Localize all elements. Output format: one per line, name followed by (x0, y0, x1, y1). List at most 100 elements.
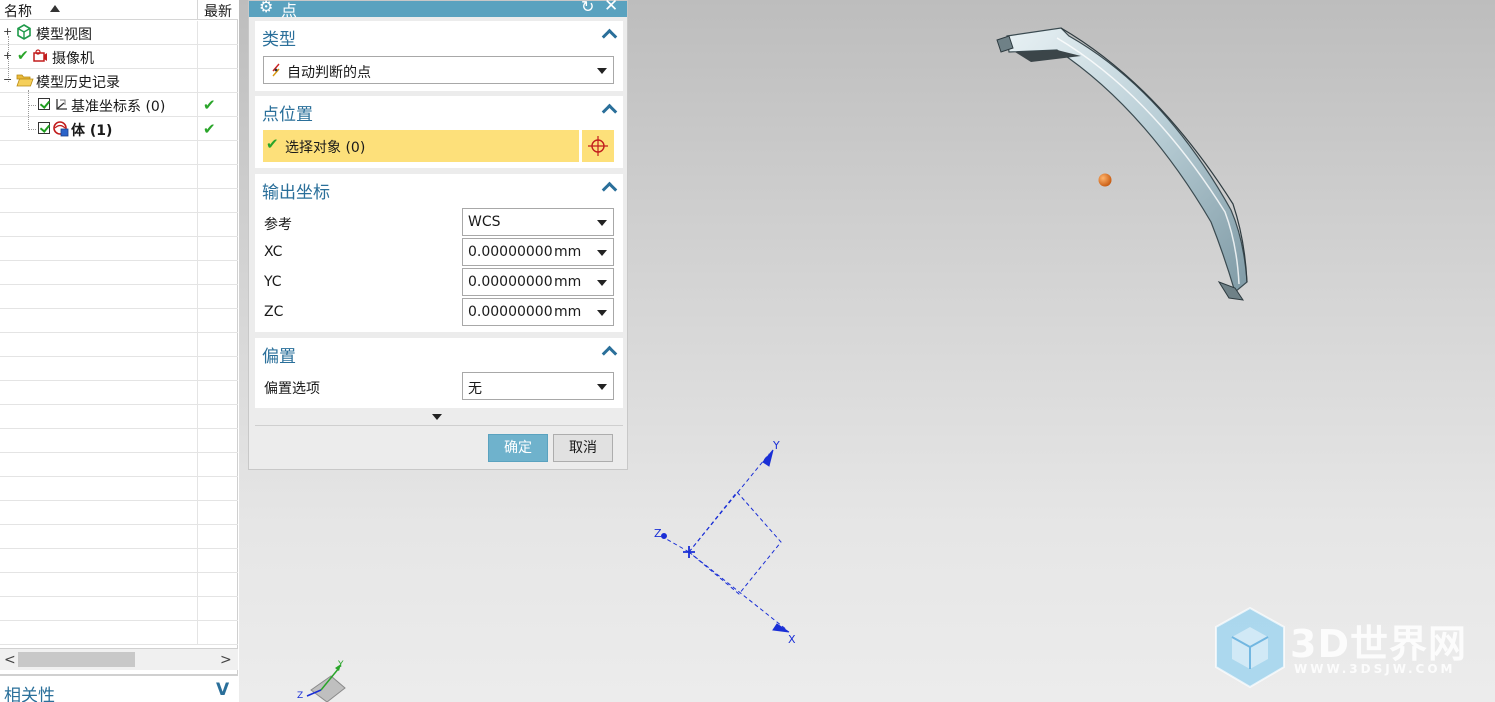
empty-row (0, 381, 238, 405)
dropdown-caret-icon[interactable] (597, 280, 607, 286)
collapse-chevron-icon[interactable] (602, 180, 616, 194)
zc-field[interactable]: 0.00000000 mm (462, 298, 614, 326)
triad-z-label: Z (297, 691, 303, 701)
offset-option-select[interactable]: 无 (462, 372, 614, 400)
select-object-field[interactable]: ✔ 选择对象 (0) (263, 130, 579, 162)
offset-option-value: 无 (468, 381, 482, 397)
empty-row (0, 309, 238, 333)
visibility-checkbox[interactable] (38, 98, 50, 110)
wcs-manipulator[interactable] (661, 449, 790, 633)
empty-row (0, 213, 238, 237)
crosshair-icon (588, 136, 608, 156)
reference-value: WCS (468, 214, 501, 230)
dropdown-caret-icon (597, 220, 607, 226)
watermark: 3D世界网 WWW.3DSJW.COM (1212, 605, 1482, 695)
folder-open-icon (16, 72, 34, 88)
zc-label: ZC (264, 304, 284, 320)
dropdown-caret-icon[interactable] (597, 250, 607, 256)
xc-field[interactable]: 0.00000000 mm (462, 238, 614, 266)
empty-row (0, 621, 238, 645)
tree-item-model-views[interactable]: + 模型视图 (0, 21, 238, 45)
wcs-x-label: X (788, 633, 796, 646)
latest-status-check-icon: ✔ (203, 120, 216, 138)
scroll-left-icon[interactable]: < (4, 652, 16, 668)
yc-value[interactable]: 0.00000000 (468, 274, 553, 290)
watermark-text: 3D世界网 (1290, 622, 1467, 666)
collapse-minus-icon[interactable]: − (3, 74, 12, 85)
empty-row (0, 501, 238, 525)
latest-column-header[interactable]: 最新 (204, 1, 232, 21)
dropdown-caret-icon[interactable] (597, 310, 607, 316)
column-divider[interactable] (197, 0, 198, 20)
empty-row (0, 333, 238, 357)
expand-plus-icon[interactable]: + (3, 26, 12, 37)
empty-row (0, 453, 238, 477)
datum-csys-icon (53, 96, 69, 112)
output-coordinates-group: 输出坐标 参考 WCS XC 0.00000000 mm YC 0.000000… (255, 174, 623, 332)
wcs-z-label: Z (654, 527, 662, 540)
scroll-right-icon[interactable]: > (220, 652, 232, 668)
visibility-checkbox[interactable] (38, 122, 50, 134)
triad-y-label: Y (337, 660, 344, 670)
chevron-down-icon[interactable]: V (216, 680, 229, 700)
check-icon: ✔ (17, 48, 29, 64)
cancel-button[interactable]: 取消 (553, 434, 613, 462)
point-location-group: 点位置 ✔ 选择对象 (0) (255, 96, 623, 168)
output-coordinates-title[interactable]: 输出坐标 (262, 178, 330, 203)
sort-ascending-icon[interactable] (50, 5, 60, 12)
empty-row (0, 237, 238, 261)
empty-row (0, 189, 238, 213)
empty-row (0, 477, 238, 501)
yc-unit: mm (552, 274, 582, 290)
tree-item-body[interactable]: 体 (1) ✔ (0, 117, 238, 141)
dependencies-panel-title[interactable]: 相关性 (4, 681, 55, 702)
curved-part-model[interactable] (996, 27, 1248, 301)
scroll-thumb[interactable] (18, 652, 135, 667)
name-column-header[interactable]: 名称 (4, 1, 32, 21)
tree-item-cameras[interactable]: + ✔ 摄像机 (0, 45, 238, 69)
yc-field[interactable]: 0.00000000 mm (462, 268, 614, 296)
tree-item-datum-csys[interactable]: 基准坐标系 (0) ✔ (0, 93, 238, 117)
tree-item-label: 摄像机 (52, 51, 94, 67)
point-dialog: ⚙ 点 ↻ ✕ 类型 自动判断的点 点位置 ✔ 选择对象 (0) 输出坐标 参考… (248, 0, 628, 470)
empty-row (0, 261, 238, 285)
ok-button[interactable]: 确定 (488, 434, 548, 462)
collapse-chevron-icon[interactable] (602, 27, 616, 41)
reset-icon[interactable]: ↻ (581, 0, 594, 16)
tree-item-label: 模型视图 (36, 27, 92, 43)
navigator-horizontal-scrollbar[interactable]: < > (0, 648, 238, 670)
xc-value[interactable]: 0.00000000 (468, 244, 553, 260)
empty-row (0, 285, 238, 309)
close-icon[interactable]: ✕ (604, 0, 618, 16)
empty-row (0, 165, 238, 189)
type-group-title[interactable]: 类型 (262, 25, 296, 50)
gear-icon[interactable]: ⚙ (259, 0, 273, 16)
dependencies-panel[interactable]: 相关性 V (0, 674, 238, 702)
inferred-point-icon (270, 63, 282, 81)
offset-group: 偏置 偏置选项 无 (255, 338, 623, 408)
dialog-titlebar[interactable]: ⚙ 点 ↻ ✕ (249, 0, 627, 20)
tree-item-label: 体 (1) (71, 123, 113, 139)
empty-row (0, 429, 238, 453)
tree-item-model-history[interactable]: − 模型历史记录 (0, 69, 238, 93)
point-dialog-button[interactable] (582, 130, 614, 162)
type-group: 类型 自动判断的点 (255, 21, 623, 91)
expand-plus-icon[interactable]: + (3, 50, 12, 61)
dialog-divider (255, 425, 623, 426)
more-options-arrow-icon[interactable] (432, 414, 442, 420)
collapse-chevron-icon[interactable] (602, 344, 616, 358)
offset-group-title[interactable]: 偏置 (262, 342, 296, 367)
point-type-select[interactable]: 自动判断的点 (263, 56, 614, 84)
empty-row (0, 549, 238, 573)
body-feature-icon (52, 120, 69, 137)
xc-unit: mm (552, 244, 582, 260)
zc-value[interactable]: 0.00000000 (468, 304, 553, 320)
zc-unit: mm (552, 304, 582, 320)
watermark-url: WWW.3DSJW.COM (1294, 662, 1456, 676)
empty-row (0, 405, 238, 429)
dropdown-caret-icon (597, 384, 607, 390)
point-location-title[interactable]: 点位置 (262, 100, 313, 125)
collapse-chevron-icon[interactable] (602, 102, 616, 116)
reference-select[interactable]: WCS (462, 208, 614, 236)
point-marker[interactable] (1098, 173, 1112, 187)
